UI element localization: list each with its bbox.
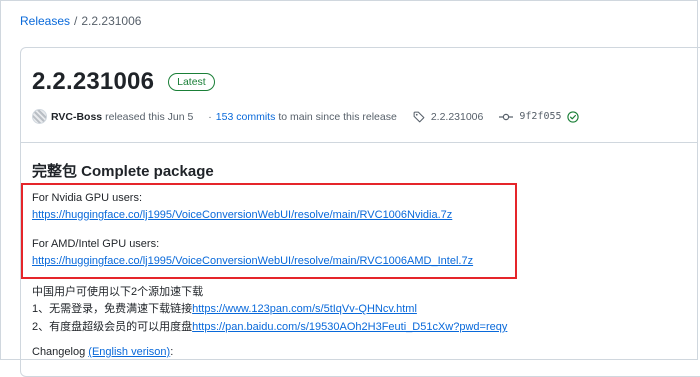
amd-download-link[interactable]: https://huggingface.co/lj1995/VoiceConve… xyxy=(32,255,473,267)
breadcrumb-separator: / xyxy=(74,14,78,28)
latest-badge: Latest xyxy=(168,73,215,91)
commit-sha[interactable]: 9f2f055 xyxy=(519,111,561,122)
nvidia-label: For Nvidia GPU users: xyxy=(32,192,143,204)
release-meta: RVC-Boss released this Jun 5 · 153 commi… xyxy=(32,109,579,124)
breadcrumb-current: 2.2.231006 xyxy=(81,14,142,28)
release-title-row: 2.2.231006 Latest xyxy=(32,68,215,96)
section-heading: 完整包 Complete package xyxy=(32,163,214,180)
cn-line2-text: 2、有度盘超级会员的可以用度盘 xyxy=(32,321,193,333)
cn-123pan-link[interactable]: https://www.123pan.com/s/5tIqVv-QHNcv.ht… xyxy=(192,303,417,315)
breadcrumb: Releases /2.2.231006 xyxy=(20,14,141,28)
commits-text: to main since this release xyxy=(278,110,397,123)
check-circle-icon[interactable] xyxy=(566,110,579,123)
changelog-colon: : xyxy=(170,346,174,358)
meta-dot: · xyxy=(208,110,212,123)
tag-label[interactable]: 2.2.231006 xyxy=(431,111,484,123)
avatar[interactable] xyxy=(32,109,47,124)
tag-icon xyxy=(413,111,425,123)
breadcrumb-releases-link[interactable]: Releases xyxy=(20,14,70,28)
section-divider xyxy=(21,142,698,143)
released-text: released this Jun 5 xyxy=(105,110,194,123)
commit-icon xyxy=(499,111,514,123)
nvidia-download-link[interactable]: https://huggingface.co/lj1995/VoiceConve… xyxy=(32,209,452,221)
cn-line1-text: 1、无需登录，免费满速下载链接 xyxy=(32,303,193,315)
author-name[interactable]: RVC-Boss xyxy=(51,111,102,123)
changelog-english-link[interactable]: (English verison) xyxy=(88,346,170,358)
cn-intro: 中国用户可使用以下2个源加速下载 xyxy=(32,286,204,298)
cn-baidu-link[interactable]: https://pan.baidu.com/s/19530AOh2H3Feuti… xyxy=(192,321,507,333)
changelog-label: Changelog xyxy=(32,346,86,358)
release-title: 2.2.231006 xyxy=(32,68,155,95)
amd-label: For AMD/Intel GPU users: xyxy=(32,238,160,250)
commits-link[interactable]: 153 commits xyxy=(216,111,276,123)
